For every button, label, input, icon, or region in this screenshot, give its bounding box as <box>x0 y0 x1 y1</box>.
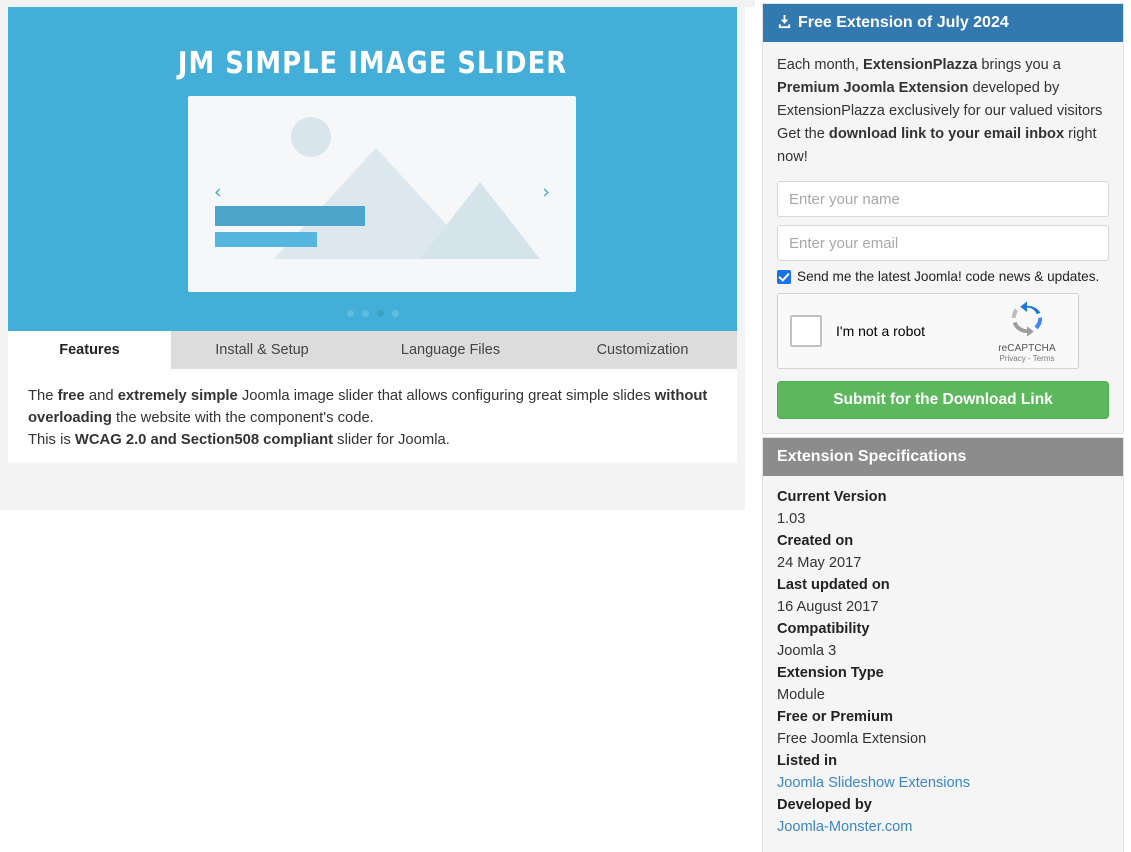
newsletter-checkbox[interactable] <box>777 269 791 284</box>
spec-label: Listed in <box>777 753 837 769</box>
tab-bar: Features Install & Setup Language Files … <box>8 331 737 369</box>
free-extension-header: Free Extension of July 2024 <box>763 4 1123 42</box>
features-paragraph: The free and extremely simple Joomla ima… <box>28 385 717 451</box>
intro-text-1: Each month, <box>777 57 863 73</box>
specifications-list: Current Version 1.03 Created on 24 May 2017… <box>763 476 1123 852</box>
slider-dot-3[interactable] <box>376 310 384 317</box>
recaptcha-widget[interactable]: I'm not a robot reCAPTCHA Privacy - Term… <box>777 293 1079 369</box>
spec-value: Module <box>777 687 825 703</box>
right-sidebar: Free Extension of July 2024 Each month, … <box>755 0 1131 852</box>
recaptcha-brand-name: reCAPTCHA <box>998 342 1056 354</box>
free-extension-panel: Free Extension of July 2024 Each month, … <box>762 3 1124 434</box>
features-text-5: This is <box>28 432 75 448</box>
slider-dot-4[interactable] <box>391 310 399 317</box>
name-input[interactable] <box>777 181 1109 217</box>
banner-title: JM SIMPLE IMAGE SLIDER <box>177 46 568 81</box>
slider-prev-arrow-icon[interactable]: ‹ <box>214 183 222 202</box>
spec-label: Created on <box>777 533 854 549</box>
tab-install-setup[interactable]: Install & Setup <box>171 331 353 369</box>
slider-dot-2[interactable] <box>361 310 369 317</box>
page-root: JM SIMPLE IMAGE SLIDER ‹ › Features Inst… <box>0 0 1131 852</box>
mountain-small-icon <box>420 182 540 259</box>
spec-label: Developed by <box>777 797 872 813</box>
recaptcha-legal-links[interactable]: Privacy - Terms <box>988 354 1066 363</box>
spec-label: Current Version <box>777 489 887 505</box>
spec-value: 24 May 2017 <box>777 555 862 571</box>
free-extension-body: Each month, ExtensionPlazza brings you a… <box>763 42 1123 433</box>
email-input[interactable] <box>777 225 1109 261</box>
free-extension-title: Free Extension of July 2024 <box>798 14 1009 31</box>
recaptcha-checkbox[interactable] <box>790 315 822 347</box>
features-text-4: the website with the component's code. <box>111 410 374 426</box>
specifications-panel: Extension Specifications Current Version… <box>762 437 1124 852</box>
specifications-header: Extension Specifications <box>763 438 1123 476</box>
spec-label: Compatibility <box>777 621 870 637</box>
intro-bold-download: download link to your email inbox <box>828 126 1065 142</box>
intro-text-2: brings you a <box>977 57 1061 73</box>
spec-label: Extension Type <box>777 665 884 681</box>
spec-value: Free Joomla Extension <box>777 731 927 747</box>
intro-text-4: Get the <box>777 126 829 142</box>
recaptcha-branding: reCAPTCHA Privacy - Terms <box>988 300 1066 363</box>
tab-language-files[interactable]: Language Files <box>353 331 548 369</box>
intro-bold-brand: ExtensionPlazza <box>863 57 978 73</box>
spec-value-link[interactable]: Joomla-Monster.com <box>777 816 1109 838</box>
caption-bar-secondary <box>215 232 317 247</box>
free-extension-intro: Each month, ExtensionPlazza brings you a… <box>777 54 1109 169</box>
features-content-panel: The free and extremely simple Joomla ima… <box>8 369 737 463</box>
caption-bar-primary <box>215 206 365 226</box>
slide-illustration: ‹ › <box>188 96 576 292</box>
spec-value-link[interactable]: Joomla Slideshow Extensions <box>777 772 1109 794</box>
slider-dots[interactable] <box>8 310 737 317</box>
features-text-3: Joomla image slider that allows configur… <box>237 388 655 404</box>
spec-label: Last updated on <box>777 577 890 593</box>
spec-value: 1.03 <box>777 511 806 527</box>
slider-next-arrow-icon[interactable]: › <box>542 183 550 202</box>
tab-features[interactable]: Features <box>8 331 171 369</box>
tab-customization[interactable]: Customization <box>548 331 737 369</box>
features-bold-simple: extremely simple <box>117 388 238 404</box>
left-inner: JM SIMPLE IMAGE SLIDER ‹ › Features Inst… <box>8 7 737 463</box>
recaptcha-label: I'm not a robot <box>836 323 926 339</box>
intro-bold-premium: Premium Joomla Extension <box>777 80 969 96</box>
features-text-2: and <box>84 388 118 404</box>
slider-banner: JM SIMPLE IMAGE SLIDER ‹ › <box>8 7 737 331</box>
features-bold-wcag: WCAG 2.0 and Section508 compliant <box>74 432 334 448</box>
download-icon <box>777 6 792 44</box>
features-text-6: slider for Joomla. <box>333 432 450 448</box>
recaptcha-logo-icon <box>1011 301 1043 337</box>
spec-value: Joomla 3 <box>777 643 837 659</box>
submit-download-button[interactable]: Submit for the Download Link <box>777 381 1109 419</box>
slider-dot-1[interactable] <box>346 310 354 317</box>
newsletter-checkbox-row[interactable]: Send me the latest Joomla! code news & u… <box>777 269 1109 284</box>
newsletter-label: Send me the latest Joomla! code news & u… <box>797 269 1100 284</box>
features-bold-free: free <box>57 388 85 404</box>
spec-label: Free or Premium <box>777 709 893 725</box>
left-column: JM SIMPLE IMAGE SLIDER ‹ › Features Inst… <box>0 7 745 510</box>
spec-value: 16 August 2017 <box>777 599 879 615</box>
features-text-1: The <box>28 388 58 404</box>
